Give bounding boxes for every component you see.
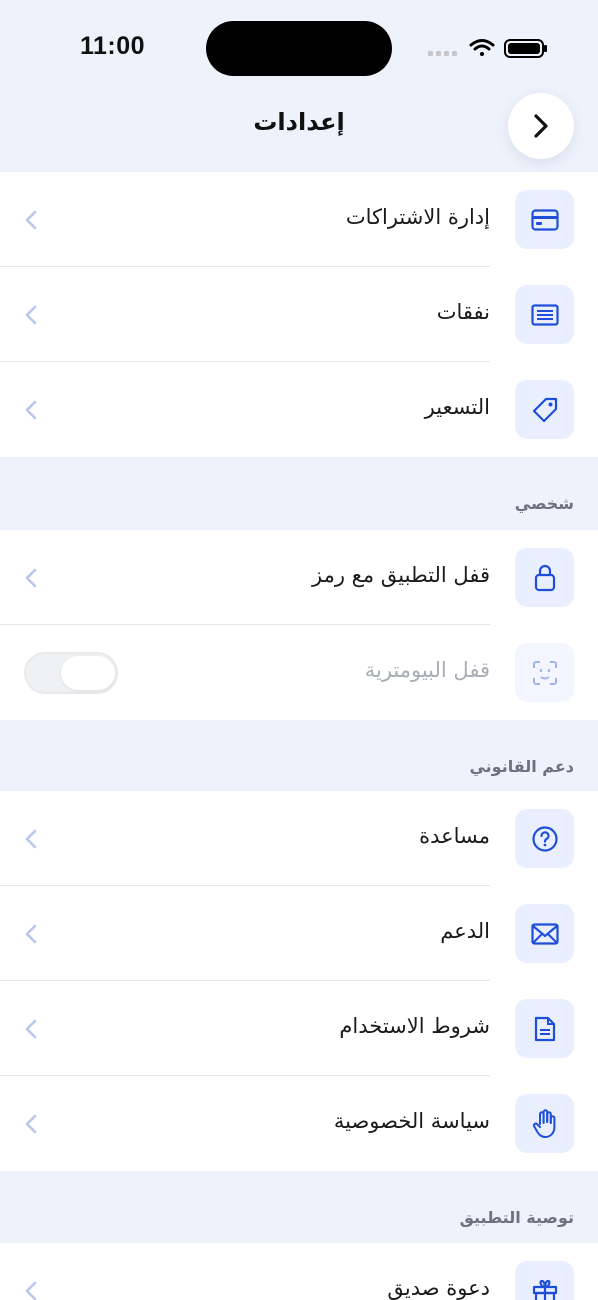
row-label: نفقات (436, 300, 490, 324)
chevron-right-icon (534, 114, 548, 138)
hand-icon (515, 1094, 574, 1153)
chevron-left-icon (25, 829, 37, 849)
chevron-left-icon (25, 1019, 37, 1039)
recommend-group: دعوة صديق (0, 1243, 598, 1300)
list-item-support[interactable]: الدعم (0, 886, 598, 981)
list-item-expenses[interactable]: نفقات (0, 267, 598, 362)
chevron-left-icon (25, 924, 37, 944)
section-header-personal: شخصي (514, 494, 574, 513)
chevron-left-icon (25, 1281, 37, 1300)
list-item-biometric-lock: قفل البيومترية (0, 625, 598, 720)
section-header-support: دعم القانوني (469, 757, 574, 776)
credit-card-icon (515, 190, 574, 249)
row-label: مساعدة (419, 824, 490, 848)
chevron-left-icon (25, 400, 37, 420)
tag-icon (515, 380, 574, 439)
chevron-left-icon (25, 1114, 37, 1134)
gift-icon (515, 1261, 574, 1300)
face-id-icon (515, 643, 574, 702)
row-label: قفل البيومترية (364, 658, 490, 682)
cellular-signal-icon (428, 51, 457, 56)
status-icons (428, 36, 548, 60)
row-label: الدعم (440, 919, 490, 943)
chevron-left-icon (25, 210, 37, 230)
list-item-subscriptions[interactable]: إدارة الاشتراكات (0, 172, 598, 267)
wifi-icon (469, 39, 495, 56)
chevron-left-icon (25, 568, 37, 588)
status-time: 11:00 (80, 32, 146, 60)
account-group: إدارة الاشتراكات نفقات التسعير (0, 172, 598, 457)
list-item-privacy[interactable]: سياسة الخصوصية (0, 1076, 598, 1171)
list-item-terms[interactable]: شروط الاستخدام (0, 981, 598, 1076)
row-label: التسعير (424, 395, 490, 419)
list-item-help[interactable]: مساعدة (0, 791, 598, 886)
personal-group: قفل التطبيق مع رمز قفل البيومترية (0, 530, 598, 720)
support-group: مساعدة الدعم شروط الاستخدام سياسة الخصوص… (0, 791, 598, 1171)
battery-icon (504, 39, 547, 58)
navigation-bar: إعدادات (0, 93, 598, 172)
list-item-pricing[interactable]: التسعير (0, 362, 598, 457)
lock-icon (515, 548, 574, 607)
chevron-left-icon (25, 305, 37, 325)
document-icon (515, 999, 574, 1058)
section-header-recommend: توصية التطبيق (459, 1208, 574, 1227)
row-label: إدارة الاشتراكات (345, 205, 490, 229)
row-label: دعوة صديق (387, 1276, 490, 1300)
receipt-icon (515, 285, 574, 344)
list-item-invite-friend[interactable]: دعوة صديق (0, 1243, 598, 1300)
row-label: سياسة الخصوصية (333, 1109, 490, 1133)
dynamic-island (206, 21, 392, 76)
list-item-passcode-lock[interactable]: قفل التطبيق مع رمز (0, 530, 598, 625)
biometric-toggle[interactable] (24, 652, 118, 694)
row-label: قفل التطبيق مع رمز (312, 563, 490, 587)
toggle-knob (61, 656, 115, 690)
back-button[interactable] (508, 93, 574, 159)
help-icon (515, 809, 574, 868)
status-bar: 11:00 (0, 0, 598, 96)
row-label: شروط الاستخدام (339, 1014, 490, 1038)
mail-icon (515, 904, 574, 963)
